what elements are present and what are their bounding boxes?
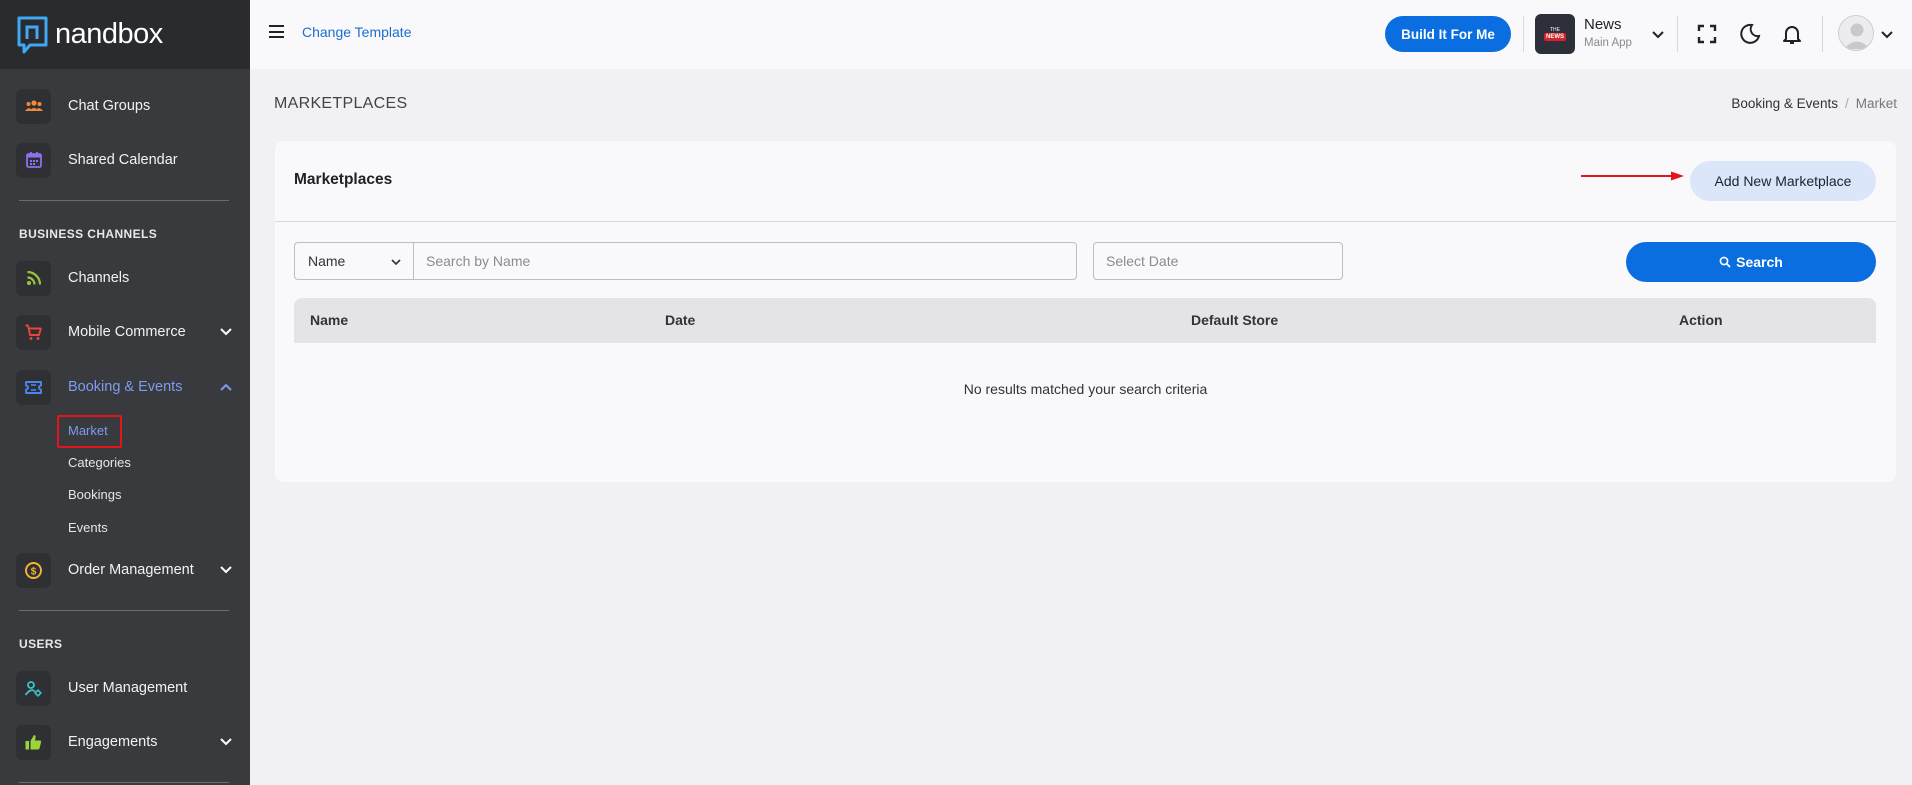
breadcrumb-item-booking-events[interactable]: Booking & Events: [1731, 96, 1838, 111]
sidebar-item-engagements[interactable]: Engagements: [16, 723, 234, 761]
sidebar-subitem-bookings[interactable]: Bookings: [68, 487, 121, 502]
breadcrumb-separator: /: [1844, 96, 1849, 111]
section-title-business: BUSINESS CHANNELS: [19, 227, 158, 241]
dollar-coin-icon: $: [25, 561, 42, 579]
sidebar-item-chat-groups[interactable]: Chat Groups: [16, 87, 234, 125]
chevron-down-icon[interactable]: [1646, 22, 1670, 46]
table-header: Name Date Default Store Action: [294, 298, 1876, 343]
app-thumbnail[interactable]: THE NEWS: [1535, 14, 1575, 54]
sidebar-item-channels[interactable]: Channels: [16, 259, 234, 297]
fullscreen-icon[interactable]: [1695, 22, 1719, 46]
topbar-separator: [1523, 16, 1524, 52]
logo-bar: nandbox: [0, 0, 250, 69]
chevron-down-icon[interactable]: [218, 561, 234, 577]
calendar-icon: [25, 152, 42, 168]
chevron-down-icon[interactable]: [218, 733, 234, 749]
sidebar-item-shared-calendar[interactable]: Shared Calendar: [16, 141, 234, 179]
sidebar-item-label: Mobile Commerce: [68, 324, 186, 340]
topbar-separator: [1677, 16, 1678, 52]
brand-name: nandbox: [55, 18, 163, 50]
user-avatar-icon: [1844, 23, 1870, 49]
sidebar-item-label: Channels: [68, 270, 130, 286]
topbar: Change Template Build It For Me THE NEWS…: [250, 0, 1912, 69]
people-icon: [24, 100, 43, 111]
search-button[interactable]: Search: [1626, 242, 1876, 282]
nandbox-logo-icon: [17, 16, 48, 53]
sidebar: nandbox Chat Groups Shared Calendar BUSI…: [0, 0, 250, 785]
cart-icon: [25, 324, 42, 340]
marketplaces-card: Marketplaces Add New Marketplace Name Se…: [275, 141, 1896, 482]
empty-results-message: No results matched your search criteria: [963, 381, 1208, 397]
sidebar-item-label: User Management: [68, 680, 188, 696]
sidebar-divider: [19, 782, 229, 783]
user-gear-icon: [24, 680, 42, 697]
add-new-marketplace-button[interactable]: Add New Marketplace: [1690, 161, 1876, 201]
app-name[interactable]: News: [1584, 16, 1622, 33]
search-icon: [1719, 256, 1731, 268]
search-button-label: Search: [1736, 254, 1783, 270]
page-title: MARKETPLACES: [274, 95, 408, 112]
topbar-separator: [1822, 16, 1823, 52]
column-header-name: Name: [310, 312, 349, 328]
bell-icon[interactable]: [1780, 22, 1804, 46]
avatar[interactable]: [1838, 15, 1874, 51]
red-arrow-annotation-icon: [1581, 171, 1684, 181]
sidebar-subitem-categories[interactable]: Categories: [68, 455, 131, 470]
sidebar-divider: [19, 200, 229, 201]
chevron-down-icon[interactable]: [1875, 22, 1899, 46]
chevron-up-icon[interactable]: [218, 380, 234, 396]
hamburger-menu-icon[interactable]: [269, 25, 284, 38]
chevron-down-icon[interactable]: [218, 323, 234, 339]
sidebar-item-mobile-commerce[interactable]: Mobile Commerce: [16, 313, 234, 351]
date-input[interactable]: [1093, 242, 1343, 280]
card-title: Marketplaces: [294, 171, 393, 188]
sidebar-divider: [19, 610, 229, 611]
column-header-date: Date: [665, 312, 696, 328]
chevron-down-icon: [391, 259, 401, 266]
build-it-for-me-button[interactable]: Build It For Me: [1385, 16, 1511, 52]
filter-field-select[interactable]: Name: [294, 242, 414, 280]
sidebar-item-booking-events[interactable]: Booking & Events: [16, 368, 234, 406]
breadcrumb: Booking & Events / Market: [1731, 96, 1897, 111]
breadcrumb-item-market: Market: [1855, 96, 1897, 111]
section-title-users: USERS: [19, 637, 63, 651]
svg-text:$: $: [31, 566, 37, 577]
sidebar-item-label: Chat Groups: [68, 98, 151, 114]
sidebar-item-label: Order Management: [68, 562, 194, 578]
search-input[interactable]: [413, 242, 1077, 280]
change-template-link[interactable]: Change Template: [302, 24, 411, 40]
thumb-badge: NEWS: [1544, 33, 1566, 41]
sidebar-subitem-market[interactable]: Market: [68, 423, 108, 438]
sidebar-item-user-management[interactable]: User Management: [16, 669, 234, 707]
card-divider: [275, 221, 1896, 222]
sidebar-item-label: Booking & Events: [68, 379, 183, 395]
column-header-action: Action: [1679, 312, 1723, 328]
sidebar-item-label: Shared Calendar: [68, 152, 178, 168]
sidebar-subitem-events[interactable]: Events: [68, 520, 108, 535]
sidebar-item-order-management[interactable]: $ Order Management: [16, 551, 234, 589]
sidebar-item-label: Engagements: [68, 734, 158, 750]
thumbs-up-icon: [25, 734, 42, 749]
column-header-default-store: Default Store: [1191, 312, 1279, 328]
rss-icon: [26, 270, 41, 285]
dark-mode-icon[interactable]: [1738, 22, 1762, 46]
app-subtitle: Main App: [1584, 37, 1632, 49]
ticket-icon: [25, 380, 42, 394]
filter-select-value: Name: [308, 253, 346, 269]
